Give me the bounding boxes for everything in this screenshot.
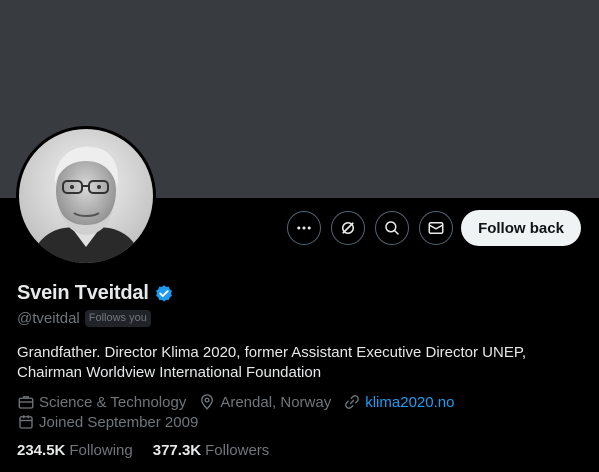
name-row: Svein Tveitdal [17, 282, 174, 305]
profile-stats: 234.5K Following 377.3K Followers [17, 442, 289, 459]
category-item: Science & Technology [17, 393, 186, 411]
user-handle: @tveitdal [17, 310, 80, 327]
grok-icon [342, 222, 354, 234]
follow-back-button[interactable]: Follow back [461, 210, 581, 246]
grok-button[interactable] [331, 211, 365, 245]
search-icon [385, 221, 399, 235]
joined-text: Joined September 2009 [39, 413, 199, 431]
following-stat[interactable]: 234.5K Following [17, 442, 133, 459]
profile-joined: Joined September 2009 [17, 413, 210, 431]
message-icon [428, 222, 444, 234]
search-button[interactable] [375, 211, 409, 245]
follows-you-badge: Follows you [84, 310, 151, 327]
calendar-icon [19, 415, 33, 429]
profile-bio: Grandfather. Director Klima 2020, former… [17, 344, 527, 381]
location-pin-icon [201, 394, 214, 410]
profile-actions: Follow back [0, 210, 599, 246]
more-button[interactable] [287, 211, 321, 245]
more-icon [297, 226, 311, 230]
followers-count: 377.3K [152, 442, 202, 459]
category-text: Science & Technology [39, 393, 187, 411]
website-link[interactable]: klima2020.no [365, 394, 454, 411]
joined-item: Joined September 2009 [17, 413, 198, 431]
following-label: Following [69, 442, 133, 459]
briefcase-icon [18, 396, 34, 409]
followers-label: Followers [205, 442, 270, 459]
followers-stat[interactable]: 377.3K Followers [153, 442, 270, 459]
profile-meta: Science & Technology Arendal, Norway kli… [17, 393, 466, 411]
website-item: klima2020.no [343, 393, 454, 411]
handle-row: @tveitdal Follows you [17, 310, 151, 327]
message-button[interactable] [419, 211, 453, 245]
following-count: 234.5K [17, 442, 66, 459]
location-text: Arendal, Norway [220, 393, 332, 411]
location-item: Arendal, Norway [198, 393, 331, 411]
display-name: Svein Tveitdal [17, 282, 149, 304]
link-icon [345, 395, 360, 409]
verified-badge-icon[interactable] [154, 284, 174, 304]
